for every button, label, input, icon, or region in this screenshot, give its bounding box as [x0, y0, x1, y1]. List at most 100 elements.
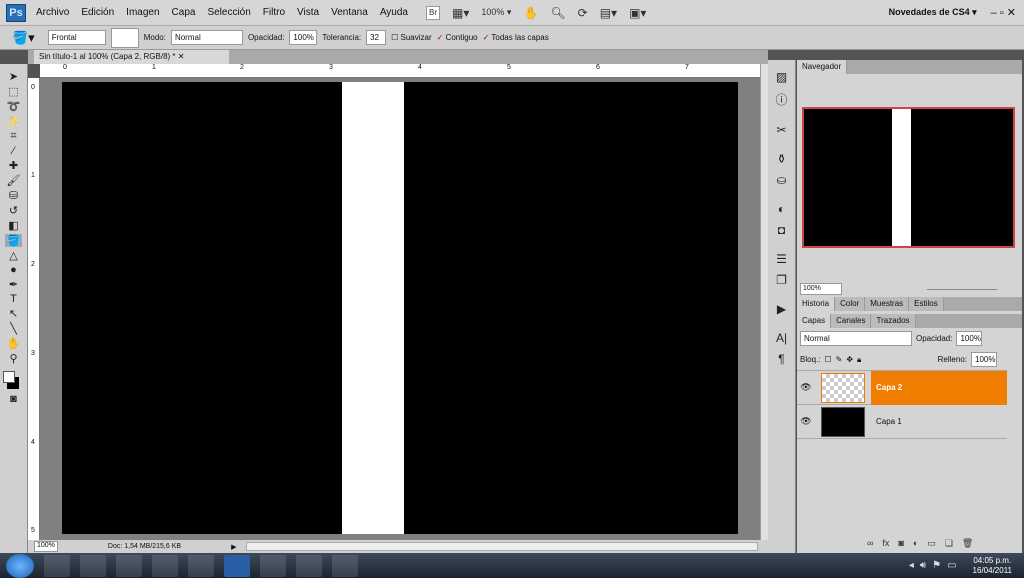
move-tool-icon[interactable]: ➤ [9, 70, 18, 83]
tray-icons[interactable]: ◂🔊︎⚑▭ [909, 560, 963, 571]
taskbar-app-8[interactable] [296, 554, 322, 577]
document-tab[interactable]: Sin título-1 al 100% (Capa 2, RGB/8) * ✕ [34, 50, 229, 64]
clock[interactable]: 04:05 p.m. 16/04/2011 [973, 556, 1012, 576]
taskbar-photoshop[interactable] [224, 554, 250, 577]
layers-comp-icon[interactable]: ☰ [776, 252, 787, 266]
lock-pixels-icon[interactable]: ✎ [836, 355, 843, 364]
opacity-input[interactable]: 100% [289, 30, 318, 45]
menu-filtro[interactable]: Filtro [263, 7, 285, 18]
lock-transparency-icon[interactable]: ☐ [824, 355, 831, 364]
workspace-switcher[interactable]: Novedades de CS4 ▾ [889, 7, 977, 18]
blend-mode-select[interactable]: Normal [800, 331, 912, 346]
blur-tool-icon[interactable]: △ [9, 249, 17, 262]
eraser-tool-icon[interactable]: ◧ [8, 219, 18, 232]
type-tool-icon[interactable]: T [10, 293, 17, 305]
history-brush-tool-icon[interactable]: ↺ [9, 204, 18, 217]
marquee-tool-icon[interactable]: ⬚ [8, 85, 18, 98]
crop-tool-icon[interactable]: ⌗ [10, 130, 16, 143]
taskbar-app-9[interactable] [332, 554, 358, 577]
menu-imagen[interactable]: Imagen [126, 7, 159, 18]
start-button[interactable] [6, 553, 34, 578]
navigator-zoom-slider[interactable] [927, 289, 997, 290]
tools-icon[interactable]: ✂ [776, 123, 786, 137]
rotate-view-icon[interactable]: ⟳ [578, 6, 588, 20]
taskbar-firefox[interactable] [44, 554, 70, 577]
eyedropper-tool-icon[interactable]: ⁄ [13, 145, 15, 157]
quick-mask-icon[interactable]: ◙ [10, 393, 17, 405]
zoom-tool-icon[interactable]: ⚲ [9, 352, 17, 365]
zoom-level-dropdown[interactable]: 100% ▾ [481, 7, 511, 18]
delete-layer-icon[interactable]: 🗑︎ [962, 538, 973, 549]
add-mask-icon[interactable]: ◙ [898, 538, 903, 549]
taskbar-explorer[interactable] [116, 554, 142, 577]
bridge-button[interactable]: Br [426, 5, 440, 20]
tab-muestras[interactable]: Muestras [865, 297, 910, 311]
menu-edicion[interactable]: Edición [81, 7, 114, 18]
layer-row-capa-1[interactable]: 👁︎ Capa 1 [797, 405, 1007, 439]
navigator-preview[interactable] [802, 107, 1015, 248]
paint-bucket-tool-icon[interactable]: 🪣 [4, 234, 23, 247]
zoom-icon[interactable]: 🔍︎ [550, 6, 565, 20]
paragraph-icon[interactable]: ¶ [778, 352, 784, 366]
visibility-eye-icon[interactable]: 👁︎ [797, 416, 815, 427]
antialias-checkbox[interactable]: ☐ Suavizar [391, 33, 432, 42]
menu-capa[interactable]: Capa [172, 7, 196, 18]
status-menu-arrow-icon[interactable]: ▶ [231, 543, 236, 551]
new-layer-icon[interactable]: ❏ [945, 538, 953, 549]
arrange-documents-icon[interactable]: ▤▾ [600, 6, 617, 20]
menu-ayuda[interactable]: Ayuda [380, 7, 408, 18]
lasso-tool-icon[interactable]: ➰ [7, 100, 21, 113]
tab-capas[interactable]: Capas [797, 314, 832, 328]
tab-estilos[interactable]: Estilos [909, 297, 944, 311]
tab-canales[interactable]: Canales [831, 314, 872, 328]
new-group-icon[interactable]: ▭ [927, 538, 936, 549]
brushes-icon[interactable]: ⛀ [776, 173, 786, 187]
mode-select[interactable]: Normal [170, 30, 243, 45]
menu-vista[interactable]: Vista [297, 7, 319, 18]
tab-color[interactable]: Color [835, 297, 866, 311]
layers-copy-icon[interactable]: ❐ [776, 273, 787, 287]
fx-icon[interactable]: fx [882, 538, 889, 549]
brush-tool-icon[interactable]: 🖌︎ [7, 174, 21, 187]
horizontal-scrollbar[interactable] [246, 542, 758, 551]
pattern-picker[interactable] [110, 27, 139, 48]
link-layers-icon[interactable]: ∞ [867, 538, 873, 549]
taskbar-app-5[interactable] [188, 554, 214, 577]
all-layers-checkbox[interactable]: ✓ Todas las capas [483, 33, 549, 42]
layer-opacity-input[interactable]: 100% [956, 331, 983, 346]
document-canvas[interactable] [62, 82, 738, 534]
vertical-scrollbar[interactable] [760, 64, 768, 540]
fill-source-select[interactable]: Frontal [47, 30, 106, 45]
adjustments-icon[interactable]: ◐ [778, 202, 785, 216]
navigator-zoom-input[interactable]: 100% [800, 283, 842, 295]
magic-wand-tool-icon[interactable]: ✨ [7, 115, 21, 128]
taskbar-app-7[interactable] [260, 554, 286, 577]
menu-archivo[interactable]: Archivo [36, 7, 69, 18]
character-icon[interactable]: A| [776, 331, 787, 345]
healing-brush-tool-icon[interactable]: ✚ [9, 159, 18, 172]
fill-input[interactable]: 100% [971, 352, 997, 367]
path-selection-tool-icon[interactable]: ↖ [9, 307, 18, 320]
pen-tool-icon[interactable]: ✒ [9, 278, 18, 291]
clone-source-icon[interactable]: ⚱ [776, 152, 786, 166]
clone-stamp-tool-icon[interactable]: ⛁ [9, 189, 18, 202]
view-extras-icon[interactable]: ▦▾ [452, 6, 469, 20]
visibility-eye-icon[interactable]: 👁︎ [797, 382, 815, 393]
info-icon[interactable]: ⓘ [775, 91, 787, 108]
lock-position-icon[interactable]: ✥ [846, 355, 853, 364]
menu-seleccion[interactable]: Selección [207, 7, 250, 18]
tab-trazados[interactable]: Trazados [871, 314, 916, 328]
actions-icon[interactable]: ▶ [777, 302, 786, 316]
color-swatches-icon[interactable] [2, 367, 25, 391]
paint-bucket-tool-preset-icon[interactable]: 🪣▾ [12, 30, 35, 46]
layer-row-capa-2[interactable]: 👁︎ Capa 2 [797, 370, 1007, 405]
lock-all-icon[interactable]: 🔒︎ [857, 355, 861, 365]
tab-historia[interactable]: Historia [797, 297, 836, 311]
masks-icon[interactable]: ◘ [778, 223, 785, 237]
status-zoom-input[interactable]: 100% [34, 541, 58, 552]
close-tab-icon[interactable]: ✕ [178, 52, 185, 61]
dodge-tool-icon[interactable]: ● [10, 264, 17, 276]
tab-navegador[interactable]: Navegador [797, 60, 848, 74]
taskbar-app-2[interactable] [80, 554, 106, 577]
hand-icon[interactable]: ✋ [523, 6, 538, 20]
